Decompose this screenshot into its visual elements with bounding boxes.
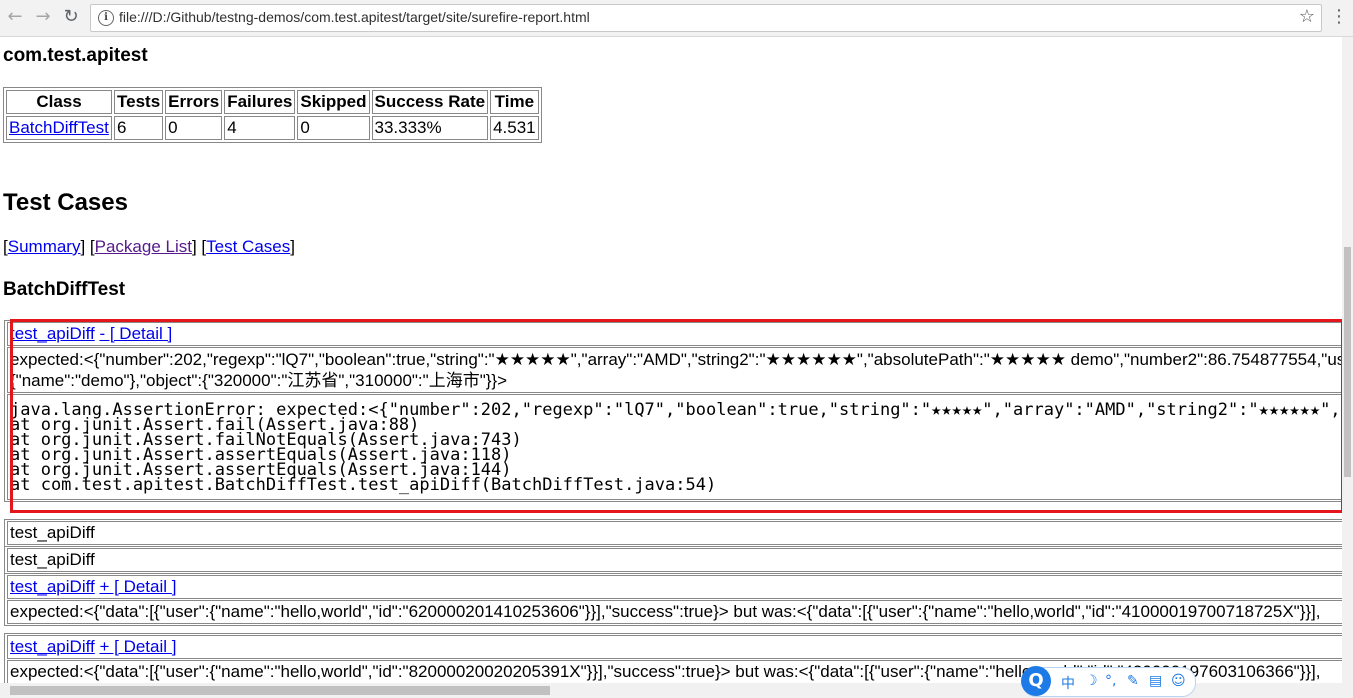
vertical-scroll-thumb[interactable] (1344, 247, 1351, 477)
header-tests: Tests (114, 90, 164, 114)
ime-language-toggle[interactable]: 中 (1061, 673, 1075, 693)
address-bar[interactable]: i file:///D:/Github/testng-demos/com.tes… (90, 4, 1322, 32)
class-link[interactable]: BatchDiffTest (9, 118, 109, 137)
header-skipped: Skipped (297, 90, 370, 114)
detail-toggle[interactable]: - [ Detail ] (99, 324, 172, 343)
header-time: Time (490, 90, 539, 114)
failure-message-line: {"name":"demo"},"object":{"320000":"江苏省"… (10, 371, 508, 390)
info-icon[interactable]: i (98, 10, 114, 26)
back-arrow-icon[interactable]: ← (4, 6, 26, 28)
horizontal-scroll-thumb[interactable] (10, 686, 550, 695)
skipped-cell: 0 (297, 116, 370, 140)
punctuation-icon[interactable]: °, (1105, 673, 1116, 689)
package-summary-table: Class Tests Errors Failures Skipped Succ… (3, 87, 542, 143)
page-content: com.test.apitest Class Tests Errors Fail… (0, 37, 1342, 683)
skin-icon[interactable]: ☺ (1171, 673, 1186, 689)
failure-message: expected:<{"data":[{"user":{"name":"hell… (7, 600, 1342, 624)
ime-toolbar: Q 中 ☽ °, ✎ ▤ ☺ (1021, 666, 1196, 697)
forward-arrow-icon[interactable]: → (32, 6, 54, 28)
table-row: BatchDiffTest 6 0 4 0 33.333% 4.531 (6, 116, 539, 140)
test-case-expanded: test_apiDiff - [ Detail ] expected:<{"nu… (4, 320, 1342, 502)
table-header-row: Class Tests Errors Failures Skipped Succ… (6, 90, 539, 114)
errors-cell: 0 (165, 116, 223, 140)
test-case-passed: test_apiDiff (4, 519, 1342, 547)
failures-cell: 4 (224, 116, 296, 140)
detail-toggle[interactable]: + [ Detail ] (99, 637, 176, 656)
failure-message-line: expected:<{"number":202,"regexp":"lQ7","… (10, 350, 1342, 369)
browser-menu-icon[interactable]: ⋮ (1330, 6, 1348, 27)
stack-trace: java.lang.AssertionError: expected:<{"nu… (7, 394, 1342, 500)
trace-line: at com.test.apitest.BatchDiffTest.test_a… (10, 475, 717, 495)
header-errors: Errors (165, 90, 223, 114)
ime-logo-icon[interactable]: Q (1021, 666, 1051, 696)
test-case-passed: test_apiDiff (4, 546, 1342, 574)
test-case-link[interactable]: test_apiDiff (10, 637, 95, 656)
test-cases-link[interactable]: Test Cases (206, 237, 290, 256)
summary-link[interactable]: Summary (8, 237, 81, 256)
time-cell: 4.531 (490, 116, 539, 140)
header-class: Class (6, 90, 112, 114)
wrench-icon[interactable]: ✎ (1127, 673, 1139, 689)
test-case-header: test_apiDiff + [ Detail ] (7, 575, 1342, 599)
bookmark-star-icon[interactable]: ☆ (1299, 6, 1315, 27)
test-case-header: test_apiDiff + [ Detail ] (7, 635, 1342, 659)
test-case-link[interactable]: test_apiDiff (10, 577, 95, 596)
moon-icon[interactable]: ☽ (1085, 673, 1098, 689)
url-text[interactable]: file:///D:/Github/testng-demos/com.test.… (119, 9, 590, 25)
class-section-title: BatchDiffTest (3, 279, 126, 300)
header-failures: Failures (224, 90, 296, 114)
success-rate-cell: 33.333% (371, 116, 489, 140)
test-case-header: test_apiDiff - [ Detail ] (7, 322, 1342, 346)
test-case-name: test_apiDiff (7, 521, 1342, 545)
class-cell: BatchDiffTest (6, 116, 112, 140)
reload-icon[interactable]: ↻ (60, 6, 82, 28)
vertical-scrollbar[interactable] (1342, 37, 1353, 698)
test-cases-title: Test Cases (3, 189, 128, 216)
failure-message: expected:<{"number":202,"regexp":"lQ7","… (7, 347, 1342, 393)
test-case-collapsed: test_apiDiff + [ Detail ] expected:<{"da… (4, 573, 1342, 626)
detail-toggle[interactable]: + [ Detail ] (99, 577, 176, 596)
browser-toolbar: ← → ↻ i file:///D:/Github/testng-demos/c… (0, 0, 1353, 37)
test-case-name: test_apiDiff (7, 548, 1342, 572)
section-nav: [Summary] [Package List] [Test Cases] (3, 237, 295, 256)
package-list-link[interactable]: Package List (95, 237, 192, 256)
tests-cell: 6 (114, 116, 164, 140)
header-success-rate: Success Rate (371, 90, 489, 114)
keyboard-icon[interactable]: ▤ (1149, 673, 1162, 689)
package-title: com.test.apitest (3, 45, 148, 66)
test-case-link[interactable]: test_apiDiff (10, 324, 95, 343)
